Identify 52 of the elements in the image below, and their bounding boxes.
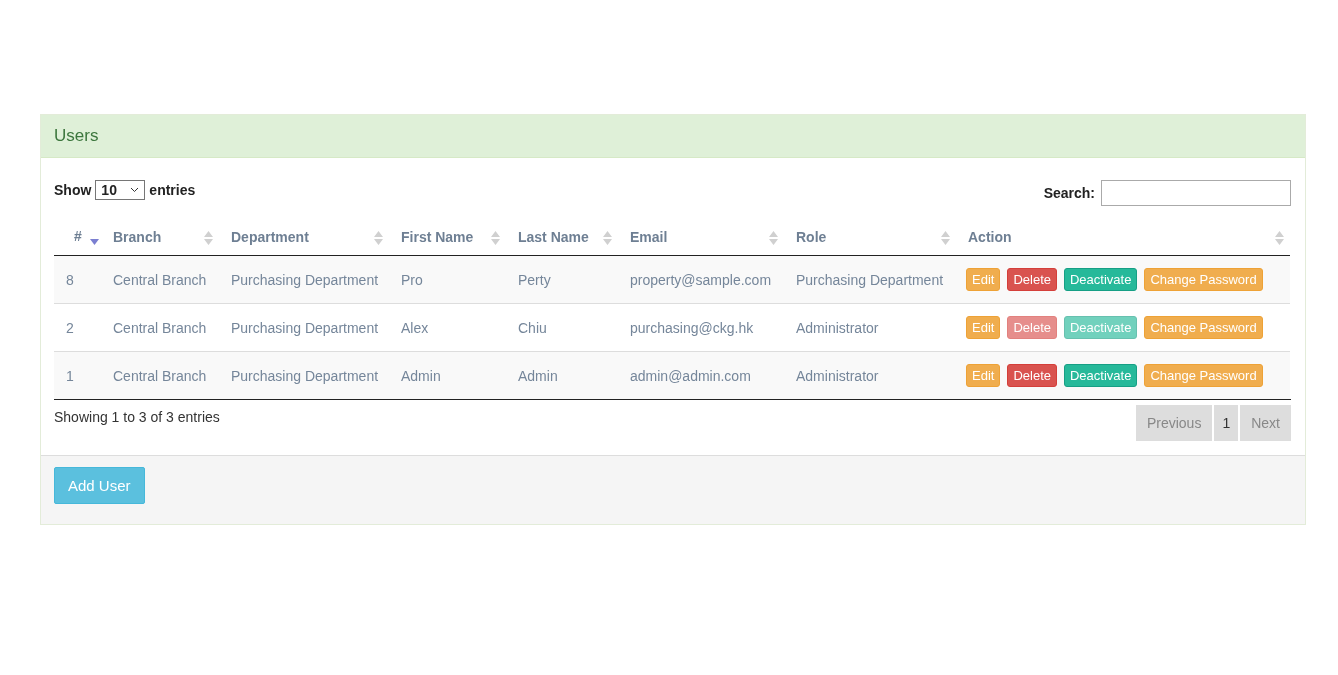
table-cell: Central Branch: [101, 351, 219, 399]
entries-info: Showing 1 to 3 of 3 entries: [54, 409, 220, 425]
table-cell: 8: [54, 255, 101, 304]
show-label: Show: [54, 182, 92, 198]
password-button[interactable]: Change Password: [1144, 316, 1263, 339]
sort-icon: [204, 231, 213, 245]
edit-button[interactable]: Edit: [966, 316, 1001, 339]
deactivate-button[interactable]: Deactivate: [1064, 364, 1138, 387]
search-label: Search:: [1043, 185, 1095, 201]
column-header[interactable]: First Name: [389, 218, 506, 256]
deactivate-button[interactable]: Deactivate: [1064, 268, 1138, 291]
table-cell: Purchasing Department: [784, 255, 956, 304]
pagination-button[interactable]: 1: [1214, 405, 1239, 441]
search-field[interactable]: [1101, 180, 1291, 206]
table-cell: Central Branch: [101, 255, 219, 304]
password-button[interactable]: Change Password: [1144, 364, 1263, 387]
table-cell: Purchasing Department: [219, 255, 389, 304]
column-header[interactable]: #: [54, 218, 101, 256]
sort-icon: [491, 231, 500, 245]
add-user-button[interactable]: Add User: [54, 467, 145, 504]
sort-icon: [374, 231, 383, 245]
pagination-button[interactable]: Previous: [1135, 405, 1213, 441]
column-header[interactable]: Role: [784, 218, 956, 256]
sort-descending-icon: [89, 239, 99, 245]
column-header[interactable]: Email: [618, 218, 784, 256]
table-cell: admin@admin.com: [618, 351, 784, 399]
table-cell: property@sample.com: [618, 255, 784, 304]
column-header[interactable]: Last Name: [506, 218, 618, 256]
table-cell: Admin: [506, 351, 618, 399]
pagination-button[interactable]: Next: [1240, 405, 1291, 441]
table-cell: Perty: [506, 255, 618, 304]
table-cell: 1: [54, 351, 101, 399]
column-header[interactable]: Action: [956, 218, 1290, 256]
sort-icon: [603, 231, 612, 245]
panel-title: Users: [54, 126, 99, 146]
table-cell: Purchasing Department: [219, 351, 389, 399]
password-button[interactable]: Change Password: [1144, 268, 1263, 291]
entries-label: entries: [149, 182, 196, 198]
entries-dropdown[interactable]: 10: [95, 180, 146, 200]
table-cell: Pro: [389, 255, 506, 304]
delete-button[interactable]: Delete: [1007, 364, 1057, 387]
edit-button[interactable]: Edit: [966, 268, 1001, 291]
table-cell: Admin: [389, 351, 506, 399]
sort-icon: [941, 231, 950, 245]
chevron-down-icon: [130, 187, 140, 193]
delete-button[interactable]: Delete: [1007, 268, 1057, 291]
table-cell: Administrator: [784, 351, 956, 399]
sort-icon: [1275, 231, 1284, 245]
sort-icon: [769, 231, 778, 245]
edit-button[interactable]: Edit: [966, 364, 1001, 387]
column-header[interactable]: Department: [219, 218, 389, 256]
column-header[interactable]: Branch: [101, 218, 219, 256]
